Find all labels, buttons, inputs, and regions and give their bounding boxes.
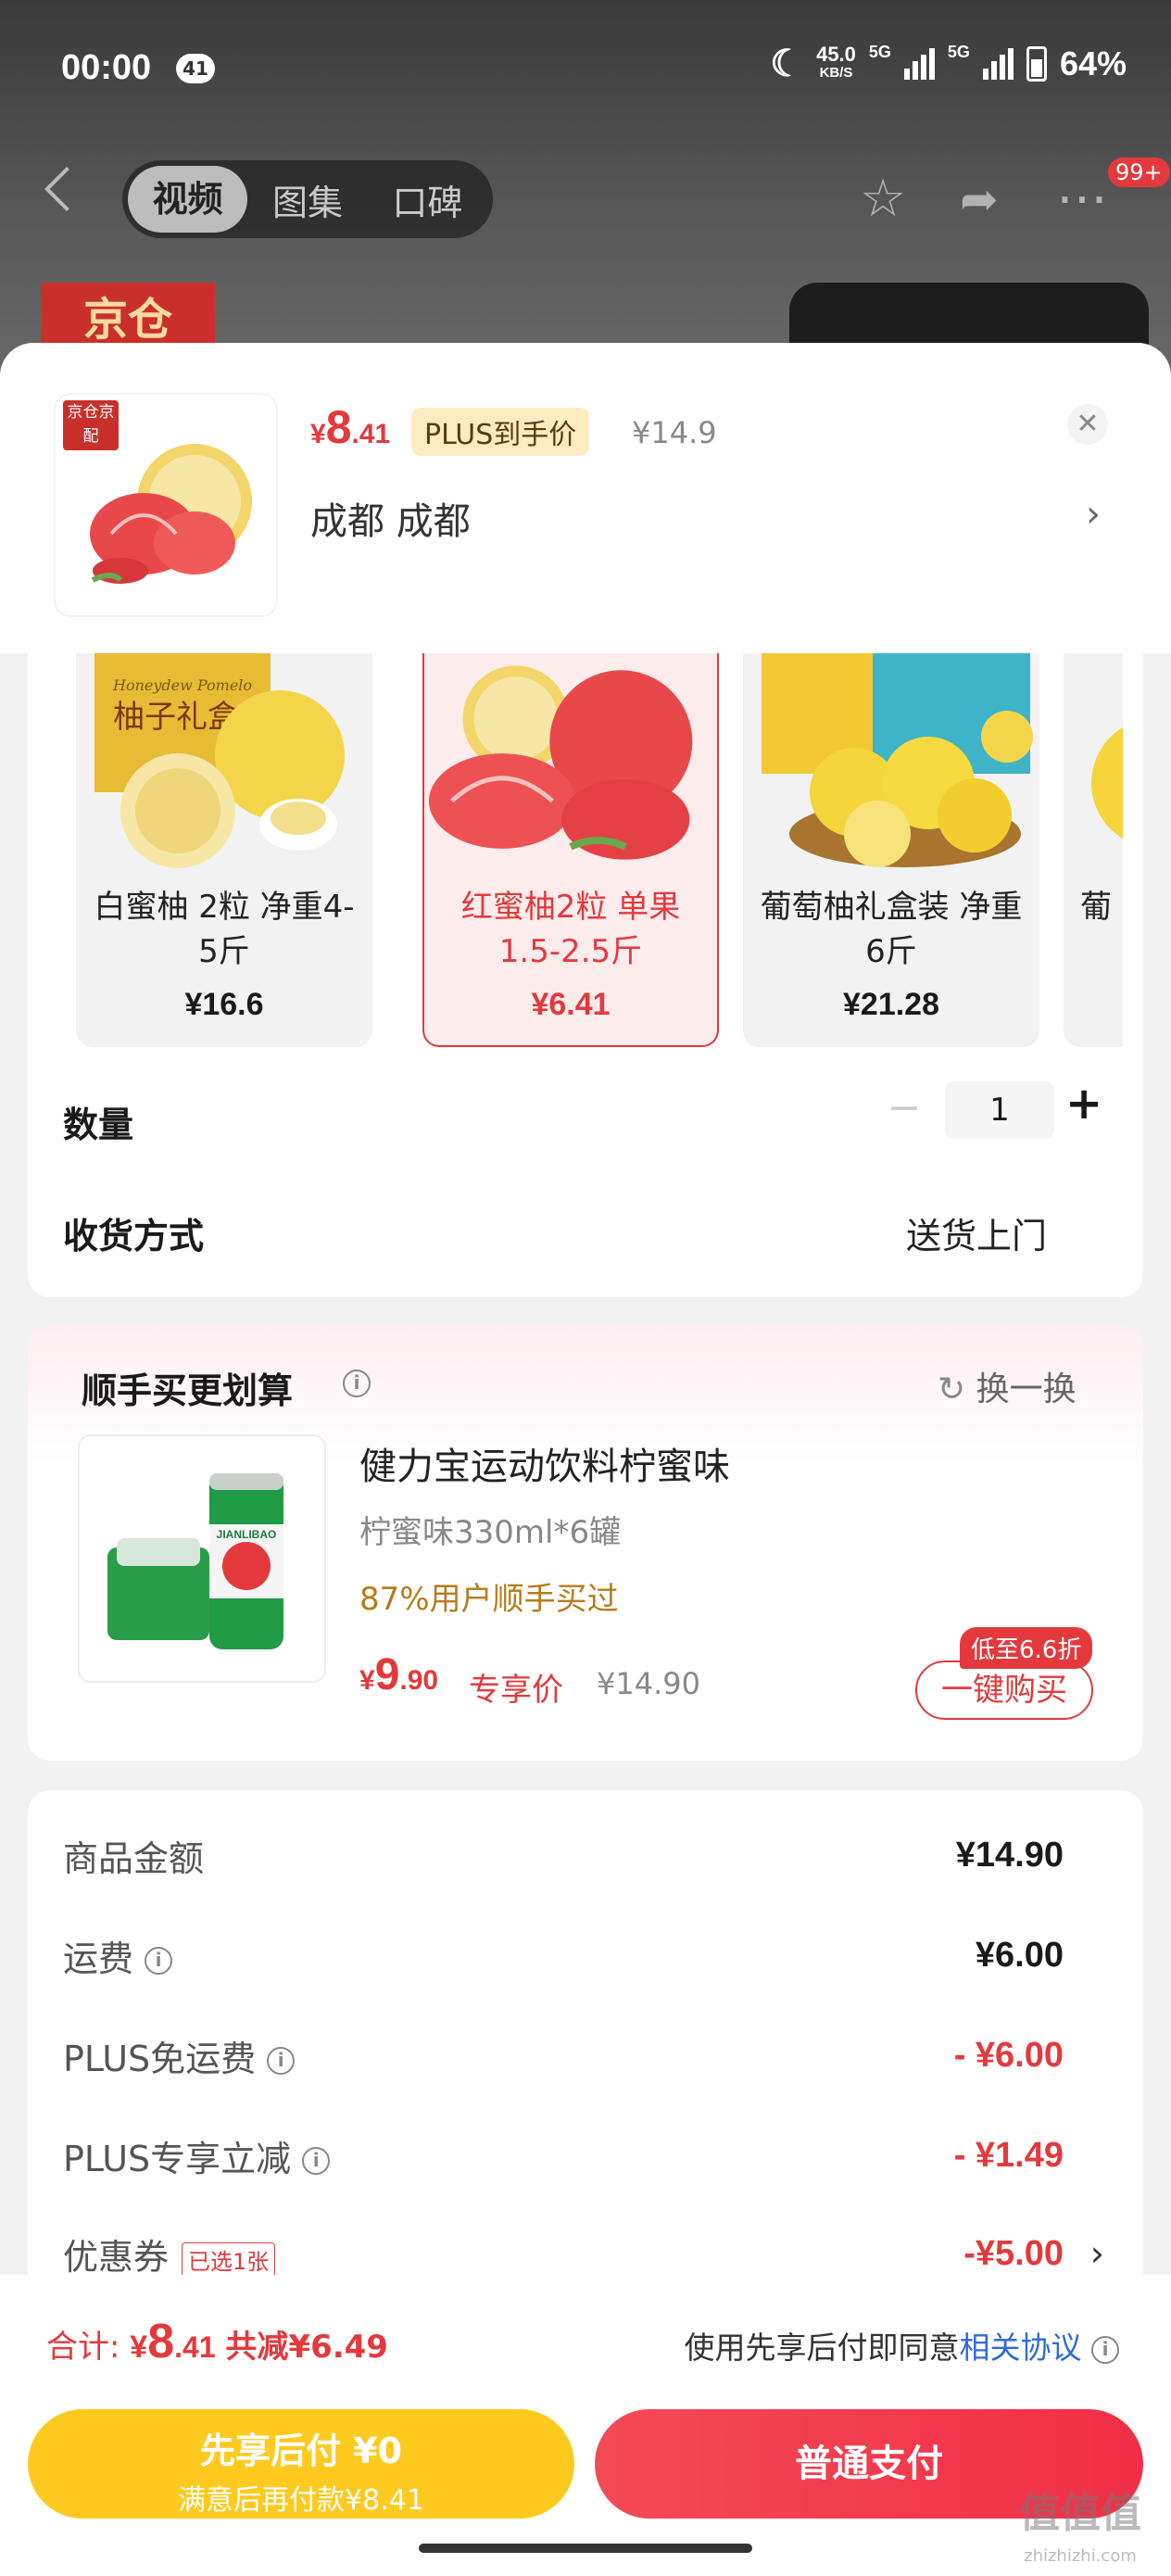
status-bar: 00:00 41 ☾ 45.0 KB/S 5G 5G 64% — [0, 0, 1171, 139]
summary-row-plus-discount: PLUS专享立减 i- ¥1.49 — [63, 2135, 1064, 2179]
variant-price: ¥16.6 — [184, 987, 264, 1022]
jd-badge: 京仓京配 — [63, 400, 119, 450]
svg-text:JIANLIBAO: JIANLIBAO — [217, 1528, 277, 1541]
tab-gallery[interactable]: 图集 — [247, 174, 367, 225]
grapefruit-image — [762, 653, 1033, 867]
refresh-icon: ↻ — [938, 1370, 966, 1408]
battery-level: 64% — [1059, 44, 1127, 82]
purchase-sheet: 京仓京配 ¥8.41 PLUS到手价 ¥14.9 ✕ 成都 成都 › Honey… — [0, 343, 1171, 2576]
discount-tag: 低至6.6折 — [960, 1627, 1093, 1669]
info-icon[interactable]: i — [343, 1370, 371, 1397]
total-saved: 共减¥6.49 — [225, 2329, 388, 2366]
plus-price-tag: PLUS到手价 — [411, 408, 590, 456]
net-speed: 45.0 KB/S — [816, 43, 856, 82]
variant-name: 葡萄柚礼盒装 净重6斤 — [760, 889, 1023, 970]
top-nav: 视频 图集 口碑 ☆ ➦ ⋯ — [0, 153, 1171, 246]
one-click-buy-button[interactable]: 一键购买 — [915, 1661, 1093, 1720]
summary-row-plus-free-shipping: PLUS免运费 i- ¥6.00 — [63, 2035, 1064, 2079]
site-watermark: 值值值 zhizhizhi.com — [1019, 2490, 1141, 2567]
original-price: ¥14.9 — [632, 415, 717, 450]
total-amount: 合计: ¥8.41 共减¥6.49 — [46, 2315, 388, 2368]
tab-video[interactable]: 视频 — [128, 166, 248, 233]
summary-row-goods: 商品金额 ¥14.90 — [63, 1835, 1064, 1879]
pay-later-button[interactable]: 先享后付 ¥0 满意后再付款¥8.41 — [28, 2409, 574, 2519]
red-pomelo-image — [428, 665, 693, 860]
agreement-text: 使用先享后付即同意相关协议 i — [685, 2323, 1119, 2368]
delivery-location[interactable]: 成都 成都 — [310, 491, 471, 545]
signal-icon — [903, 48, 935, 80]
info-icon[interactable]: i — [302, 2147, 331, 2175]
quantity-label: 数量 — [63, 1105, 134, 1145]
options-card: Honeydew Pomelo 柚子礼盒 白蜜柚 2粒 净重4-5斤 ¥16.6 — [28, 653, 1143, 1297]
variant-price: ¥21.28 — [843, 987, 939, 1022]
variant-name: 红蜜柚2粒 单果1.5-2.5斤 — [460, 889, 681, 970]
tab-reviews[interactable]: 口碑 — [368, 174, 487, 225]
variant-item-selected[interactable]: 红蜜柚2粒 单果1.5-2.5斤 ¥6.41 — [422, 653, 719, 1047]
price-summary-card: 商品金额 ¥14.90 运费 i ¥6.00 PLUS免运费 i- ¥6.00 PL… — [28, 1790, 1143, 2346]
close-icon[interactable]: ✕ — [1067, 404, 1108, 445]
addon-bought-rate: 87%用户顺手买过 — [359, 1581, 619, 1618]
sig1-label: 5G — [868, 43, 891, 61]
variant-name: 白蜜柚 2粒 净重4-5斤 — [94, 889, 355, 970]
clock: 00:00 — [61, 48, 152, 87]
product-price: ¥8.41 — [310, 401, 391, 453]
summary-row-shipping: 运费 i ¥6.00 — [63, 1935, 1064, 1979]
shipping-method[interactable]: 送货上门 — [906, 1207, 1047, 1258]
share-icon[interactable]: ➦ — [960, 171, 999, 227]
swap-button[interactable]: ↻ 换一换 — [938, 1362, 1077, 1410]
addon-title: 顺手买更划算 — [82, 1370, 294, 1411]
signal-icon — [982, 48, 1014, 80]
notification-count: 41 — [176, 54, 215, 83]
exclusive-price-label: 专享价 — [469, 1672, 563, 1709]
decrease-button[interactable]: − — [886, 1084, 923, 1131]
shipping-label: 收货方式 — [63, 1216, 205, 1256]
addon-old-price: ¥14.90 — [597, 1666, 700, 1701]
addon-card: 顺手买更划算 i ↻ 换一换 JIANLIBAO 健力宝运动饮料柠蜜味 柠蜜味3… — [28, 1325, 1143, 1761]
addon-price: ¥9.90 — [359, 1650, 439, 1699]
variant-name: 葡 — [1080, 889, 1112, 926]
variant-item[interactable]: 葡萄柚礼盒装 净重6斤 ¥21.28 — [743, 653, 1039, 1047]
more-icon[interactable]: ⋯ — [1056, 171, 1108, 227]
info-icon[interactable]: i — [145, 1947, 173, 1975]
info-icon[interactable]: i — [267, 2047, 296, 2075]
sig2-label: 5G — [947, 43, 970, 61]
quantity-input[interactable]: 1 — [945, 1081, 1054, 1139]
message-badge: 99+ — [1108, 158, 1170, 187]
star-icon[interactable]: ☆ — [860, 171, 906, 227]
moon-icon: ☾ — [770, 44, 804, 84]
white-pomelo-image: Honeydew Pomelo 柚子礼盒 — [94, 653, 345, 868]
variant-list: Honeydew Pomelo 柚子礼盒 白蜜柚 2粒 净重4-5斤 ¥16.6 — [76, 653, 1123, 1052]
chevron-right-icon[interactable]: › — [1086, 493, 1101, 536]
battery-icon — [1026, 46, 1047, 82]
home-indicator[interactable] — [419, 2544, 752, 2553]
drink-cans-image: JIANLIBAO — [107, 1473, 283, 1649]
agreement-link[interactable]: 相关协议 — [960, 2330, 1082, 2366]
summary-row-coupon[interactable]: 优惠券 已选1张 -¥5.00 — [63, 2226, 1064, 2281]
sheet-header: 京仓京配 ¥8.41 PLUS到手价 ¥14.9 ✕ 成都 成都 › — [0, 343, 1171, 653]
variant-price: ¥6.41 — [531, 987, 611, 1022]
variant-item[interactable]: Honeydew Pomelo 柚子礼盒 白蜜柚 2粒 净重4-5斤 ¥16.6 — [76, 653, 372, 1047]
svg-text:Honeydew Pomelo: Honeydew Pomelo — [112, 676, 252, 694]
pomelo-image — [1091, 726, 1123, 840]
addon-spec: 柠蜜味330ml*6罐 — [359, 1514, 622, 1551]
info-icon[interactable]: i — [1091, 2335, 1119, 2364]
status-icons: ☾ 45.0 KB/S 5G 5G 64% — [770, 43, 1127, 85]
checkout-bar: 合计: ¥8.41 共减¥6.49 使用先享后付即同意相关协议 i 先享后付 ¥… — [0, 2275, 1171, 2576]
variant-item[interactable]: 葡 — [1064, 653, 1123, 1047]
increase-button[interactable]: + — [1065, 1078, 1102, 1130]
chevron-right-icon[interactable]: › — [1090, 2233, 1104, 2274]
addon-name[interactable]: 健力宝运动饮料柠蜜味 — [359, 1436, 730, 1490]
addon-image[interactable]: JIANLIBAO — [78, 1434, 326, 1683]
back-icon[interactable] — [44, 166, 90, 212]
product-thumbnail: 京仓京配 — [56, 395, 276, 615]
coupon-selected-tag: 已选1张 — [182, 2241, 276, 2277]
media-tabs: 视频 图集 口碑 — [122, 160, 493, 238]
